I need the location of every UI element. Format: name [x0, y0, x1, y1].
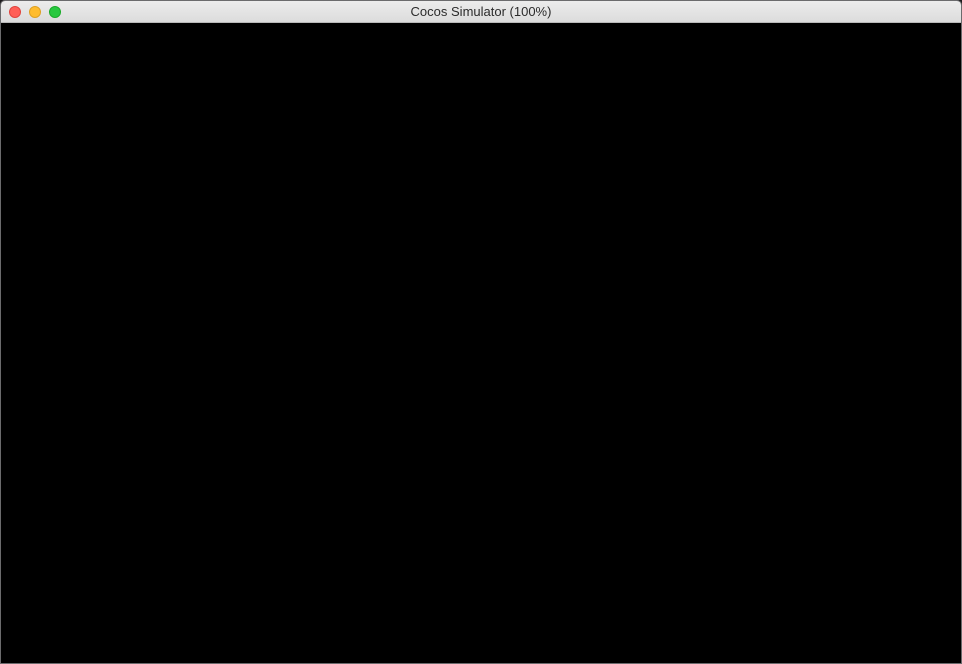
minimize-icon[interactable]: [29, 6, 41, 18]
simulator-window: Cocos Simulator (100%): [0, 0, 962, 664]
title-bar[interactable]: Cocos Simulator (100%): [1, 1, 961, 23]
close-icon[interactable]: [9, 6, 21, 18]
zoom-icon[interactable]: [49, 6, 61, 18]
window-title: Cocos Simulator (100%): [410, 4, 552, 19]
game-canvas[interactable]: [1, 23, 961, 663]
